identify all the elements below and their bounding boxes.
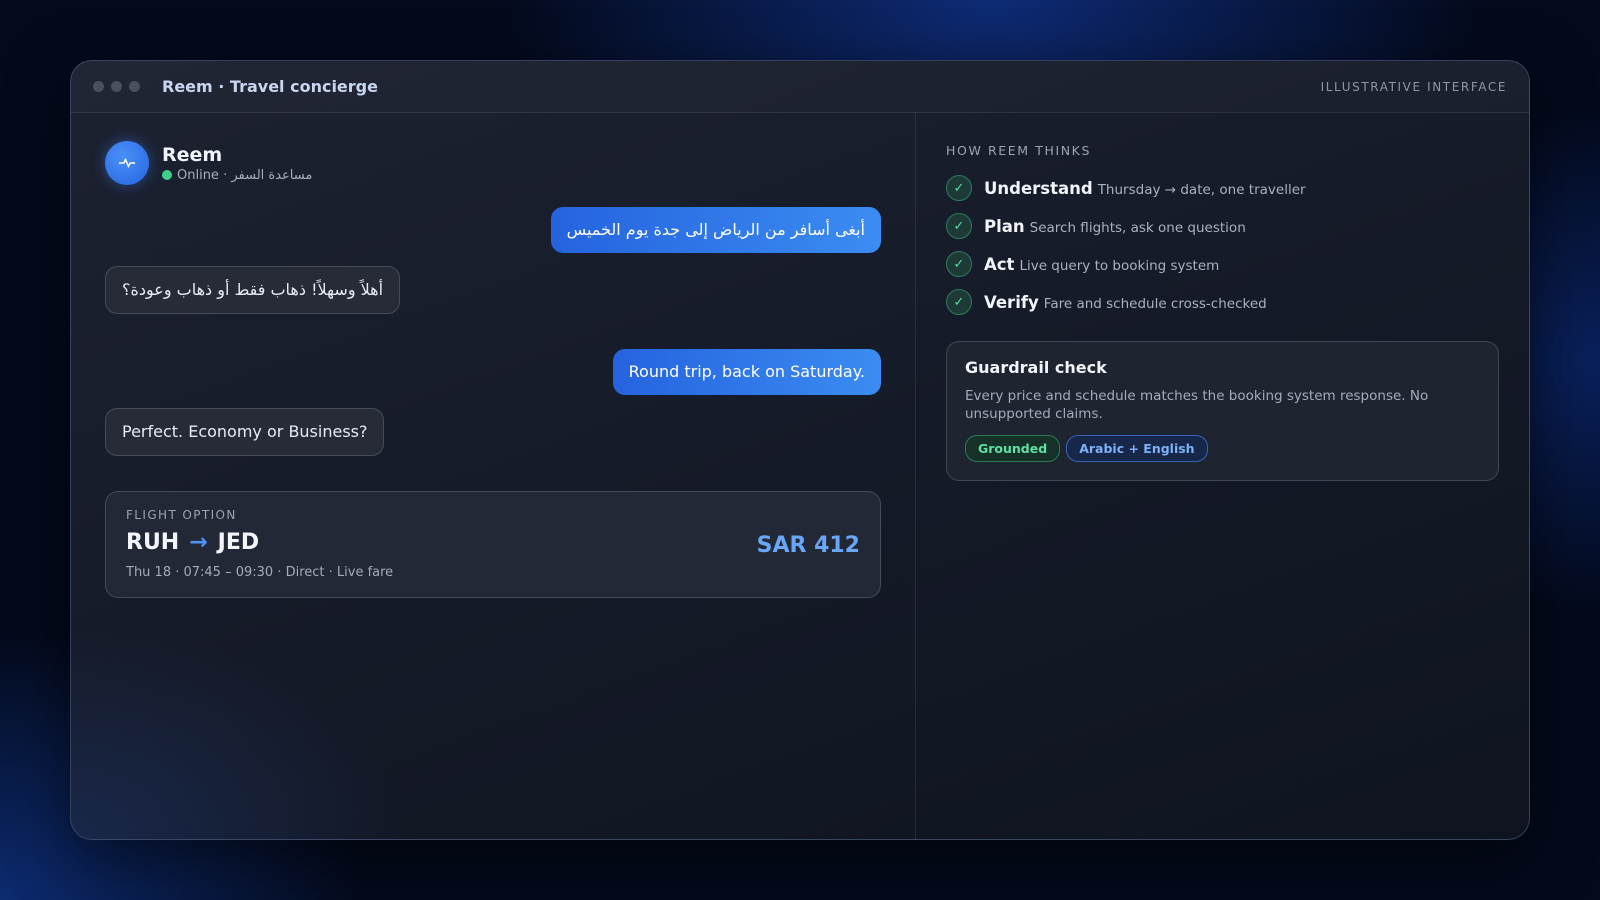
title-bar: Reem · Travel concierge ILLUSTRATIVE INT… xyxy=(71,61,1529,113)
window-maximize-dot[interactable] xyxy=(129,81,140,92)
message-row: Round trip, back on Saturday. xyxy=(105,349,881,395)
flight-price: SAR 412 xyxy=(756,533,860,558)
message-row: Perfect. Economy or Business? xyxy=(105,408,881,478)
chat-panel: Reem Online · مساعدة السفر أبغى أسافر من… xyxy=(71,113,916,839)
step-description: Fare and schedule cross-checked xyxy=(1043,295,1267,312)
flight-details: Thu 18 · 07:45 – 09:30 · Direct · Live f… xyxy=(126,565,394,580)
check-icon: ✓ xyxy=(946,213,972,239)
pulse-icon xyxy=(118,158,136,168)
window-minimize-dot[interactable] xyxy=(111,81,122,92)
origin-code: RUH xyxy=(126,530,180,555)
guardrail-card: Guardrail check Every price and schedule… xyxy=(946,341,1499,481)
reasoning-step: ✓ Verify Fare and schedule cross-checked xyxy=(946,289,1499,315)
guardrail-tags: Grounded Arabic + English xyxy=(965,435,1480,462)
reasoning-step: ✓ Understand Thursday → date, one travell… xyxy=(946,175,1499,201)
guardrail-text: Every price and schedule matches the boo… xyxy=(965,388,1429,422)
grounded-tag: Grounded xyxy=(965,435,1061,462)
reasoning-heading: HOW REEM THINKS xyxy=(946,143,1092,158)
agent-message: Perfect. Economy or Business? xyxy=(105,408,385,456)
flight-option-card[interactable]: FLIGHT OPTION RUH → JED Thu 18 · 07:45 –… xyxy=(105,491,881,598)
app-window: Reem · Travel concierge ILLUSTRATIVE INT… xyxy=(70,60,1530,840)
destination-code: JED xyxy=(217,530,260,555)
step-description: Search flights, ask one question xyxy=(1029,219,1246,236)
language-tag: Arabic + English xyxy=(1066,435,1208,462)
step-title: Verify xyxy=(984,292,1039,312)
user-message: أبغى أسافر من الرياض إلى جدة يوم الخميس xyxy=(550,207,881,253)
reasoning-panel: HOW REEM THINKS ✓ Understand Thursday → d… xyxy=(916,113,1529,839)
step-title: Understand xyxy=(984,178,1093,198)
flight-route: RUH → JED xyxy=(126,530,860,555)
check-icon: ✓ xyxy=(946,251,972,277)
flight-option-label: FLIGHT OPTION xyxy=(126,508,237,522)
user-message: Round trip, back on Saturday. xyxy=(612,349,881,395)
arrow-right-icon: → xyxy=(189,530,208,555)
window-body: Reem Online · مساعدة السفر أبغى أسافر من… xyxy=(71,113,1529,839)
step-description: Thursday → date, one traveller xyxy=(1097,181,1306,198)
online-status-icon xyxy=(162,170,172,180)
window-title: Reem · Travel concierge xyxy=(162,77,378,96)
check-icon: ✓ xyxy=(946,175,972,201)
agent-name: Reem xyxy=(162,143,223,166)
step-description: Live query to booking system xyxy=(1019,257,1220,274)
reasoning-step: ✓ Act Live query to booking system xyxy=(946,251,1499,277)
agent-status-text: Online · مساعدة السفر xyxy=(177,167,313,183)
guardrail-title: Guardrail check xyxy=(965,358,1107,377)
agent-header: Reem Online · مساعدة السفر xyxy=(105,141,881,185)
step-title: Act xyxy=(984,254,1015,274)
window-controls xyxy=(93,81,140,92)
agent-message: أهلاً وسهلاً! ذهاب فقط أو ذهاب وعودة؟ xyxy=(105,266,401,314)
avatar xyxy=(105,141,149,185)
check-icon: ✓ xyxy=(946,289,972,315)
illustrative-badge: ILLUSTRATIVE INTERFACE xyxy=(1320,79,1507,94)
reasoning-step: ✓ Plan Search flights, ask one question xyxy=(946,213,1499,239)
message-row: أهلاً وسهلاً! ذهاب فقط أو ذهاب وعودة؟ xyxy=(105,266,881,336)
agent-status: Online · مساعدة السفر xyxy=(162,168,312,183)
window-close-dot[interactable] xyxy=(93,81,104,92)
step-title: Plan xyxy=(984,216,1025,236)
message-row: أبغى أسافر من الرياض إلى جدة يوم الخميس xyxy=(105,207,881,253)
